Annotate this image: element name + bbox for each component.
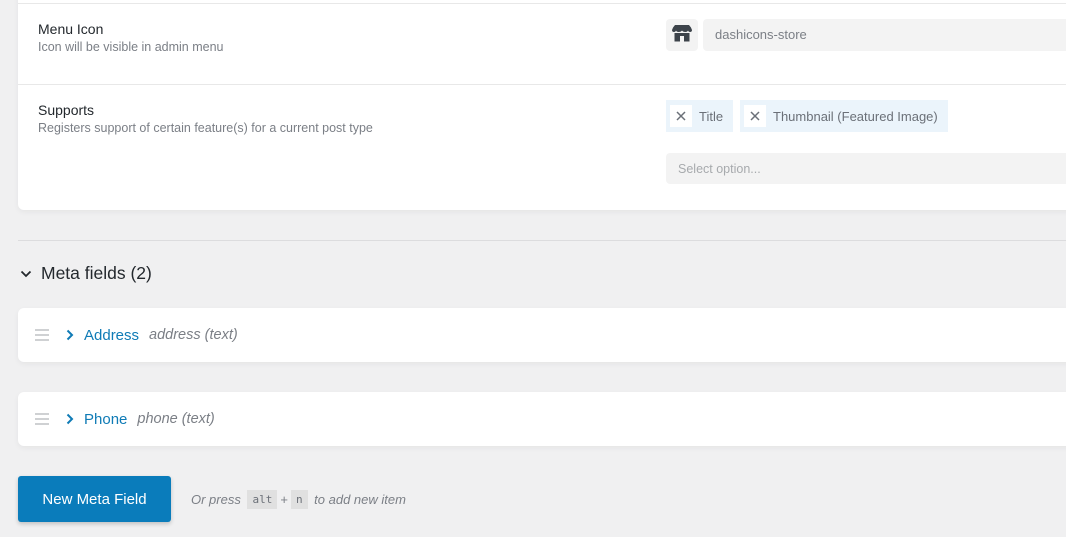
meta-field-slug: phone (text) [137, 411, 215, 427]
supports-label: Supports [38, 102, 95, 118]
icon-preview[interactable] [666, 19, 698, 51]
hint-prefix: Or press [191, 492, 245, 507]
supports-chip-thumbnail: Thumbnail (Featured Image) [740, 100, 948, 132]
store-icon [672, 24, 692, 47]
chip-label: Title [699, 108, 724, 124]
new-meta-field-button[interactable]: New Meta Field [18, 476, 171, 522]
section-divider [18, 240, 1066, 241]
supports-description: Registers support of certain feature(s) … [38, 121, 373, 135]
chip-label: Thumbnail (Featured Image) [773, 108, 938, 124]
meta-field-item: Phone phone (text) [18, 392, 1066, 446]
menu-icon-row: Menu Icon Icon will be visible in admin … [18, 3, 1066, 85]
meta-field-name[interactable]: Phone [84, 411, 127, 428]
chevron-right-icon[interactable] [66, 413, 74, 425]
meta-fields-toggle[interactable]: Meta fields (2) [20, 263, 152, 284]
hint-suffix: to add new item [310, 492, 406, 507]
shortcut-hint: Or press alt + n to add new item [191, 490, 406, 509]
key-n: n [290, 490, 308, 509]
key-alt: alt [247, 490, 278, 509]
menu-icon-label: Menu Icon [38, 21, 104, 37]
menu-icon-input[interactable]: dashicons-store [703, 19, 1066, 51]
meta-field-slug: address (text) [149, 327, 238, 343]
drag-handle-icon[interactable] [35, 413, 49, 425]
menu-icon-description: Icon will be visible in admin menu [38, 40, 224, 54]
meta-fields-title: Meta fields (2) [41, 263, 152, 283]
remove-thumbnail-icon[interactable] [744, 105, 766, 127]
supports-row: Supports Registers support of certain fe… [18, 85, 1066, 210]
supports-select-input[interactable]: Select option... [666, 153, 1066, 184]
meta-field-name[interactable]: Address [84, 327, 139, 344]
hint-plus: + [280, 492, 288, 507]
supports-chip-title: Title [666, 100, 734, 132]
post-type-settings-card: Menu Icon Icon will be visible in admin … [18, 0, 1066, 210]
drag-handle-icon[interactable] [35, 329, 49, 341]
chevron-right-icon[interactable] [66, 329, 74, 341]
chevron-down-icon [20, 270, 32, 278]
remove-title-icon[interactable] [670, 105, 692, 127]
meta-field-item: Address address (text) [18, 308, 1066, 362]
